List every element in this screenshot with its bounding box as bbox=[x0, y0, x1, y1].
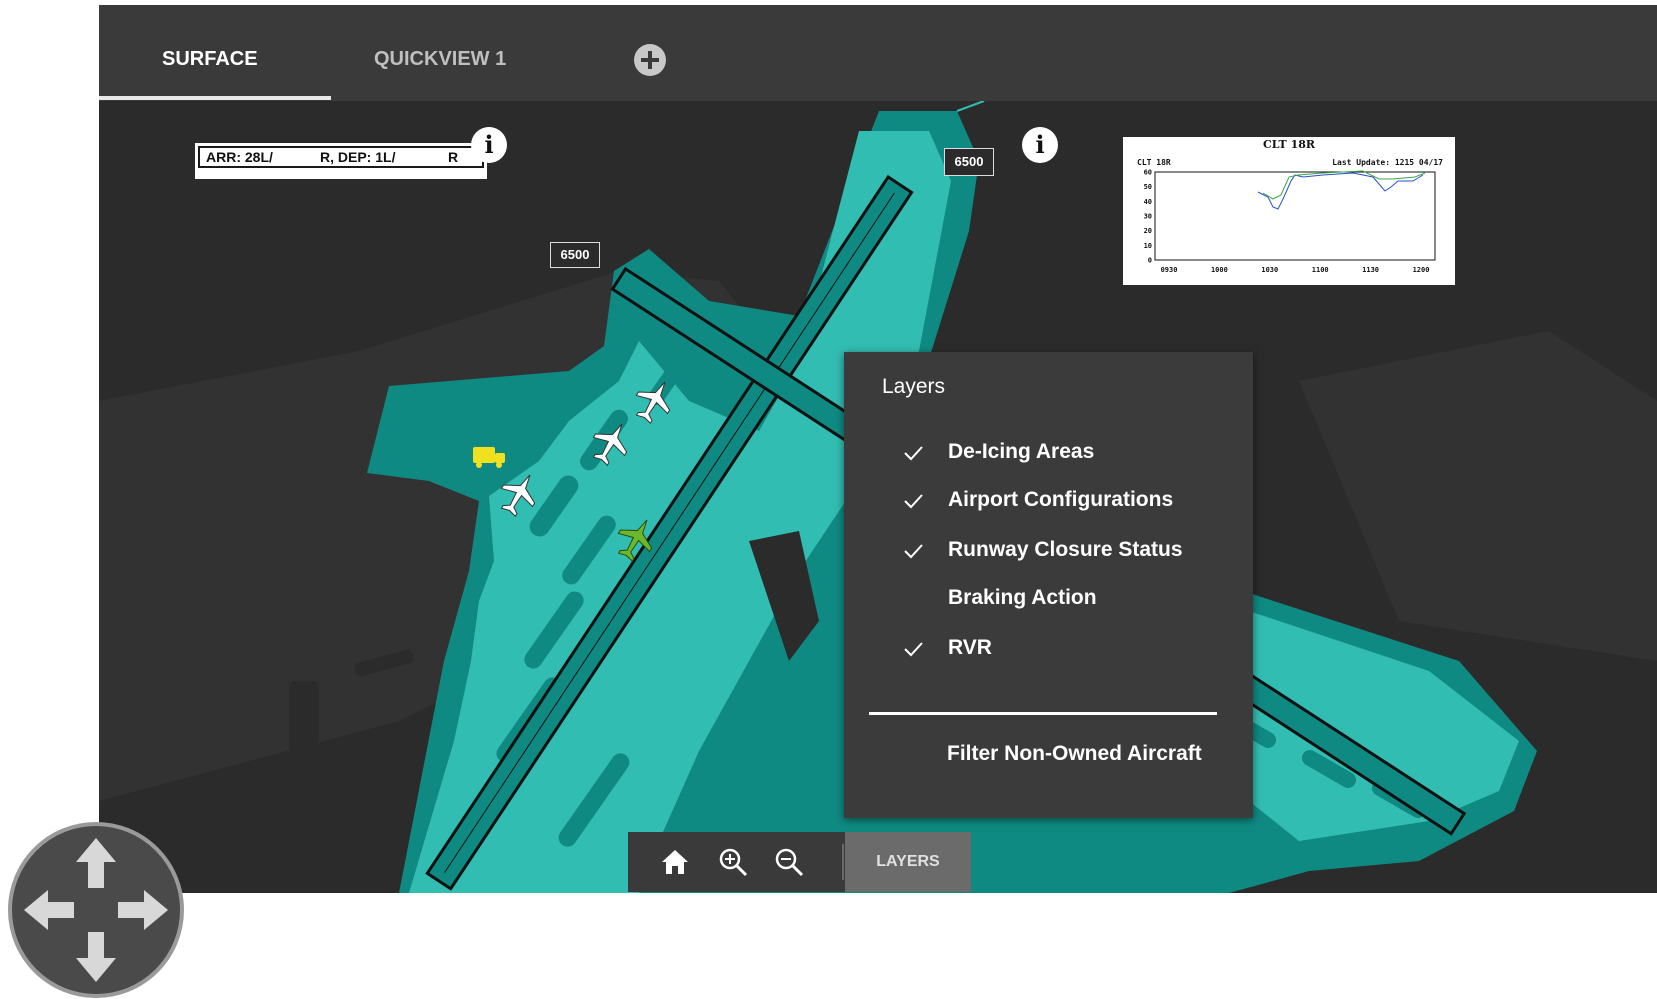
pan-left-arrow bbox=[24, 890, 74, 930]
layer-item-runway-closure-status[interactable]: Runway Closure Status bbox=[844, 534, 1253, 578]
arrival-config: ARR: 28L/ bbox=[206, 149, 273, 165]
rvr-last-update: Last Update: 1215 04/17 bbox=[1332, 158, 1443, 167]
y-tick-label: 30 bbox=[1144, 213, 1152, 221]
tab-bar: SURFACE QUICKVIEW 1 bbox=[99, 5, 1657, 101]
home-icon[interactable] bbox=[658, 845, 692, 879]
check-icon bbox=[904, 544, 923, 559]
y-tick-label: 10 bbox=[1144, 242, 1152, 250]
y-tick-label: 0 bbox=[1148, 257, 1152, 265]
layers-menu: Layers De-Icing Areas Airport Configurat… bbox=[844, 352, 1253, 818]
zoom-in-icon[interactable] bbox=[716, 845, 750, 879]
rvr-chart: CLT 18R CLT 18R Last Update: 1215 04/17 … bbox=[1123, 137, 1455, 285]
x-tick-label: 0930 bbox=[1161, 266, 1178, 274]
rvr-chart-subtitle: CLT 18R bbox=[1137, 158, 1171, 167]
layer-label: Braking Action bbox=[948, 586, 1097, 609]
tab-surface[interactable]: SURFACE bbox=[162, 5, 258, 101]
pan-control[interactable] bbox=[8, 822, 184, 998]
zoom-out-icon[interactable] bbox=[772, 845, 806, 879]
add-tab-icon[interactable] bbox=[633, 43, 667, 77]
pan-down-arrow bbox=[76, 932, 116, 982]
layer-label: De-Icing Areas bbox=[948, 440, 1095, 463]
rvr-info-icon[interactable]: i bbox=[1022, 127, 1058, 163]
airport-configuration-box: ARR: 28L/ R, DEP: 1L/ R bbox=[193, 141, 489, 181]
active-tab-indicator bbox=[99, 96, 331, 100]
y-tick-label: 50 bbox=[1144, 183, 1152, 191]
altitude-label: 6500 bbox=[550, 242, 600, 268]
y-tick-label: 20 bbox=[1144, 227, 1152, 235]
layer-item-airport-configurations[interactable]: Airport Configurations bbox=[844, 484, 1253, 528]
filter-non-owned-aircraft[interactable]: Filter Non-Owned Aircraft bbox=[947, 742, 1202, 766]
map-toolbar: LAYERS bbox=[628, 832, 971, 892]
config-suffix: R bbox=[448, 149, 459, 165]
layers-menu-divider bbox=[869, 712, 1217, 715]
check-icon bbox=[904, 642, 923, 657]
y-tick-label: 40 bbox=[1144, 198, 1152, 206]
check-icon bbox=[904, 446, 923, 461]
layer-item-braking-action[interactable]: Braking Action bbox=[844, 582, 1253, 626]
pan-up-arrow bbox=[76, 838, 116, 888]
x-tick-label: 1130 bbox=[1362, 266, 1379, 274]
x-tick-label: 1100 bbox=[1312, 266, 1329, 274]
layers-button[interactable]: LAYERS bbox=[845, 832, 971, 892]
tab-quickview-1[interactable]: QUICKVIEW 1 bbox=[374, 5, 506, 101]
configuration-text: ARR: 28L/ R, DEP: 1L/ R bbox=[198, 146, 484, 168]
layer-label: Runway Closure Status bbox=[948, 538, 1183, 561]
x-tick-label: 1030 bbox=[1261, 266, 1278, 274]
layer-item-de-icing-areas[interactable]: De-Icing Areas bbox=[844, 436, 1253, 480]
toolbar-separator bbox=[842, 844, 844, 880]
pan-right-arrow bbox=[118, 890, 168, 930]
layer-label: Airport Configurations bbox=[948, 488, 1174, 511]
airport-surface-app: SURFACE QUICKVIEW 1 ARR: 28L/ R, DEP: 1L… bbox=[99, 5, 1657, 893]
altitude-label: 6500 bbox=[944, 148, 994, 176]
rvr-chart-title: CLT 18R bbox=[1263, 138, 1316, 151]
rvr-chart-svg: CLT 18R CLT 18R Last Update: 1215 04/17 … bbox=[1137, 138, 1443, 274]
config-info-icon[interactable]: i bbox=[471, 127, 507, 163]
y-tick-label: 60 bbox=[1144, 169, 1152, 177]
check-icon bbox=[904, 494, 923, 509]
pan-arrows-icon bbox=[24, 838, 168, 982]
x-tick-label: 1200 bbox=[1413, 266, 1430, 274]
layer-item-rvr[interactable]: RVR bbox=[844, 632, 1253, 676]
layer-label: RVR bbox=[948, 636, 992, 659]
layers-menu-title: Layers bbox=[882, 375, 946, 398]
departure-config: R, DEP: 1L/ bbox=[320, 149, 396, 165]
x-tick-label: 1000 bbox=[1211, 266, 1228, 274]
